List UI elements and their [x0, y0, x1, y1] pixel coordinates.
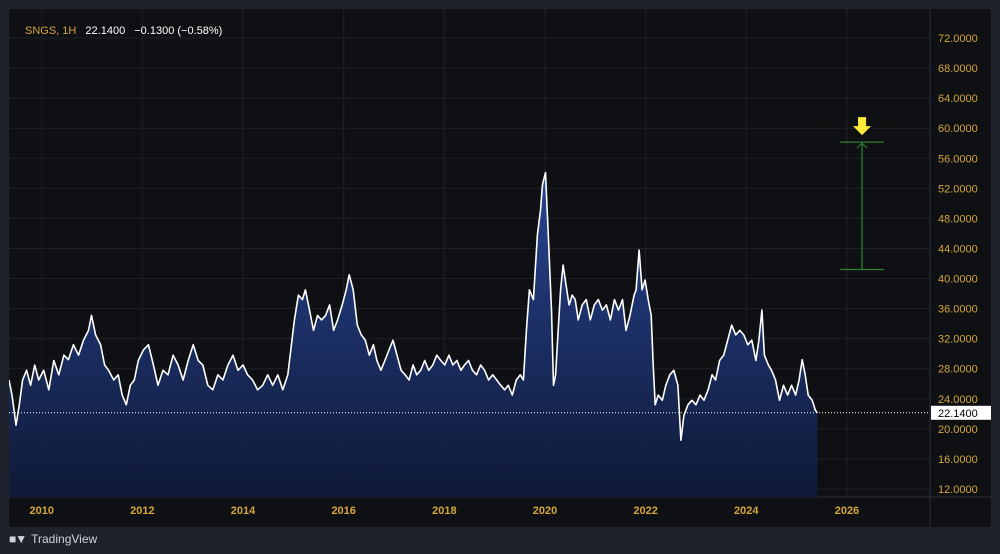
x-tick-label: 2020 — [533, 505, 557, 517]
x-tick-label: 2010 — [29, 505, 53, 517]
y-tick-label: 56.0000 — [938, 153, 978, 165]
symbol-legend: SNGS, 1H 22.1400 −0.1300 (−0.58%) — [25, 25, 228, 37]
last-price: 22.1400 — [85, 25, 126, 37]
x-tick-label: 2022 — [633, 505, 657, 517]
tradingview-logo-icon: ■▼ — [9, 532, 27, 546]
x-tick-label: 2018 — [432, 505, 456, 517]
y-tick-label: 28.0000 — [938, 364, 978, 376]
x-tick-label: 2014 — [231, 505, 256, 517]
brand-name: TradingView — [31, 532, 98, 546]
x-tick-label: 2026 — [835, 505, 859, 517]
y-tick-label: 12.0000 — [938, 484, 978, 496]
y-tick-label: 44.0000 — [938, 243, 978, 255]
y-tick-label: 40.0000 — [938, 274, 978, 286]
tradingview-brand[interactable]: ■▼ TradingView — [9, 532, 97, 546]
y-tick-label: 20.0000 — [938, 424, 978, 436]
y-tick-label: 48.0000 — [938, 213, 978, 225]
y-tick-label: 68.0000 — [938, 63, 978, 75]
y-tick-label: 60.0000 — [938, 123, 978, 135]
y-tick-label: 52.0000 — [938, 183, 978, 195]
y-tick-label: 24.0000 — [938, 394, 978, 406]
y-tick-label: 16.0000 — [938, 454, 978, 466]
x-tick-label: 2012 — [130, 505, 154, 517]
y-tick-label: 72.0000 — [938, 33, 978, 45]
symbol-label[interactable]: SNGS, 1H — [25, 25, 76, 37]
y-tick-label: 36.0000 — [938, 304, 978, 316]
last-price-badge-label: 22.1400 — [938, 408, 978, 420]
y-tick-label: 32.0000 — [938, 334, 978, 346]
x-tick-label: 2024 — [734, 505, 759, 517]
price-chart[interactable]: 12.0000 16.0000 20.0000 24.0000 28.0000 32.00… — [9, 9, 991, 527]
y-tick-label: 64.0000 — [938, 93, 978, 105]
chart-pane[interactable]: SNGS, 1H 22.1400 −0.1300 (−0.58%) 12.000… — [9, 9, 991, 527]
price-change: −0.1300 (−0.58%) — [134, 25, 223, 37]
price-area — [9, 172, 818, 497]
x-tick-label: 2016 — [331, 505, 355, 517]
